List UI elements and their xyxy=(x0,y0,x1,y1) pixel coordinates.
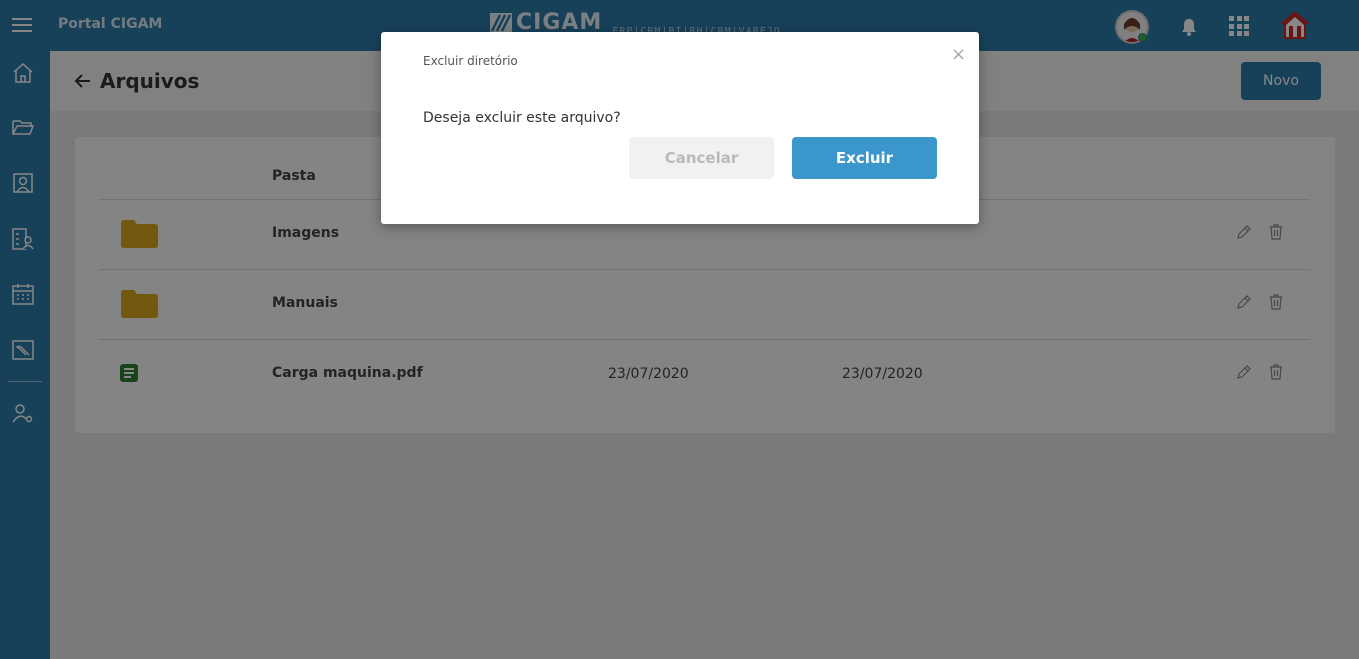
delete-button[interactable]: Excluir xyxy=(792,137,937,179)
delete-dialog: Excluir diretório × Deseja excluir este … xyxy=(381,32,979,224)
dialog-title: Excluir diretório xyxy=(423,54,518,68)
close-icon[interactable]: × xyxy=(951,46,966,64)
cancel-button[interactable]: Cancelar xyxy=(629,137,774,179)
dialog-message: Deseja excluir este arquivo? xyxy=(423,110,621,126)
